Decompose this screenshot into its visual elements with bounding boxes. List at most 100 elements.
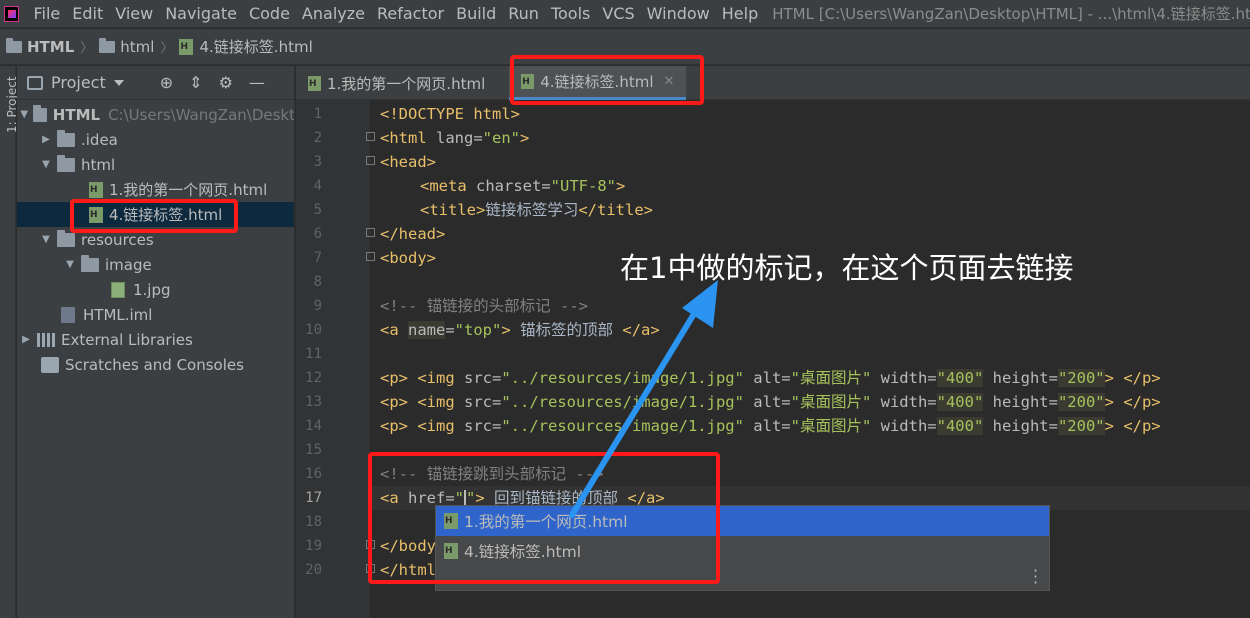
menu-navigate[interactable]: Navigate (159, 4, 243, 23)
tag-token: <p> (380, 393, 418, 411)
chevron-down-icon[interactable] (113, 79, 124, 86)
attr-token: src= (464, 393, 502, 411)
menu-window[interactable]: Window (641, 4, 716, 23)
attr-token: width= (871, 417, 937, 435)
attr-token: charset= (476, 177, 551, 195)
attr-token: alt= (743, 417, 791, 435)
value-token: "400" (936, 393, 984, 411)
collapse-all-icon[interactable]: ⇕ (189, 73, 202, 92)
attr-token: width= (871, 393, 937, 411)
tag-token: </p> (1123, 417, 1161, 435)
code-line-4: <meta charset="UTF-8"> (420, 174, 625, 198)
line-number-current: 17 (305, 490, 322, 506)
tree-item-scratches[interactable]: Scratches and Consoles (17, 352, 294, 377)
tag-token: <img (417, 393, 464, 411)
expanded-arrow-icon[interactable]: ▼ (19, 109, 29, 120)
tree-item-jpg[interactable]: 1.jpg (17, 277, 294, 302)
attr-token: height= (983, 393, 1058, 411)
breadcrumb-label: html (120, 37, 155, 56)
value-token: "400" (936, 417, 984, 435)
tab-label: 1.我的第一个网页.html (327, 74, 486, 93)
gear-icon[interactable]: ⚙ (219, 73, 233, 92)
menu-help[interactable]: Help (716, 4, 764, 23)
breadcrumb-item-project[interactable]: HTML (6, 37, 75, 56)
tag-token: > (501, 321, 511, 339)
tree-item-image[interactable]: ▼ image (17, 252, 294, 277)
menu-file[interactable]: File (27, 4, 66, 23)
line-number: 16 (305, 466, 322, 482)
project-view-selector[interactable]: Project (51, 73, 106, 92)
breadcrumb-label: HTML (27, 37, 75, 56)
menu-code[interactable]: Code (243, 4, 296, 23)
menu-analyze[interactable]: Analyze (296, 4, 371, 23)
tree-item-external-libraries[interactable]: ▶ External Libraries (17, 327, 294, 352)
tag-token: <a (380, 321, 408, 339)
menu-bar: File Edit View Navigate Code Analyze Ref… (0, 0, 1250, 28)
line-number: 12 (305, 370, 322, 386)
breadcrumb-item-folder[interactable]: html (99, 37, 155, 56)
tree-item-label: Scratches and Consoles (65, 355, 244, 374)
code-line-7: <body> (380, 246, 436, 270)
folder-icon (57, 154, 75, 172)
line-number: 5 (313, 202, 322, 218)
tree-item-label: 1.jpg (133, 280, 171, 299)
project-view-icon (27, 75, 43, 90)
line-number: 3 (313, 154, 322, 170)
editor-tab-bar: 1.我的第一个网页.html 4.链接标签.html ✕ (296, 66, 1250, 100)
tag-token: <meta (420, 177, 476, 195)
menu-tools[interactable]: Tools (545, 4, 596, 23)
locate-target-icon[interactable]: ⊕ (160, 73, 173, 92)
more-options-icon[interactable]: · · · (1033, 563, 1038, 591)
tree-item-iml[interactable]: HTML.iml (17, 302, 294, 327)
breadcrumb-item-file[interactable]: 4.链接标签.html (179, 36, 313, 57)
code-line-3: <head> (380, 150, 436, 174)
tag-token: <title> (420, 201, 486, 219)
tree-item-html-root[interactable]: ▼ HTML C:\Users\WangZan\Deskt (17, 102, 295, 127)
chevron-right-icon: 〉 (160, 41, 174, 56)
line-number: 13 (305, 394, 322, 410)
attr-token: alt= (743, 369, 791, 387)
attr-token: name (408, 321, 446, 339)
tree-item-idea[interactable]: ▶ .idea (17, 127, 294, 152)
tag-token: <img (417, 417, 464, 435)
folder-icon (81, 254, 99, 272)
folder-icon (6, 37, 22, 53)
expanded-arrow-icon[interactable]: ▼ (39, 234, 53, 245)
value-token: "400" (936, 369, 984, 387)
menu-vcs[interactable]: VCS (596, 4, 640, 23)
tree-item-label: image (105, 255, 152, 274)
tab-file-1[interactable]: 1.我的第一个网页.html (296, 66, 497, 100)
tag-token: <head> (380, 153, 436, 171)
line-number: 20 (305, 562, 322, 578)
menu-refactor[interactable]: Refactor (371, 4, 450, 23)
tag-token: <body> (380, 249, 436, 267)
menu-view[interactable]: View (109, 4, 159, 23)
annotation-box-tab (510, 55, 704, 105)
tag-token: > (1104, 417, 1124, 435)
line-number: 2 (313, 130, 322, 146)
left-tool-stripe: 1: Project (0, 66, 19, 618)
expanded-arrow-icon[interactable]: ▼ (63, 259, 77, 270)
hide-panel-icon[interactable]: — (249, 73, 265, 92)
tag-token: > (1104, 393, 1124, 411)
collapsed-arrow-icon[interactable]: ▶ (19, 334, 33, 345)
folder-icon (57, 229, 75, 247)
value-token: "200" (1057, 393, 1105, 411)
value-token: "en" (482, 129, 520, 147)
line-number: 10 (305, 322, 322, 338)
image-file-icon (111, 281, 125, 298)
folder-icon (99, 37, 116, 53)
tree-item-label: resources (81, 230, 154, 249)
value-token: "UTF-8" (550, 177, 616, 195)
line-number: 18 (305, 514, 322, 530)
collapsed-arrow-icon[interactable]: ▶ (39, 134, 53, 145)
line-number: 7 (313, 250, 322, 266)
expanded-arrow-icon[interactable]: ▼ (39, 159, 53, 170)
menu-edit[interactable]: Edit (66, 4, 109, 23)
folder-icon (33, 104, 47, 122)
menu-run[interactable]: Run (502, 4, 545, 23)
tree-item-path: C:\Users\WangZan\Deskt (108, 105, 295, 124)
menu-build[interactable]: Build (450, 4, 502, 23)
tree-item-html-folder[interactable]: ▼ html (17, 152, 294, 177)
annotation-text: 在1中做的标记，在这个页面去链接 (620, 251, 1074, 285)
